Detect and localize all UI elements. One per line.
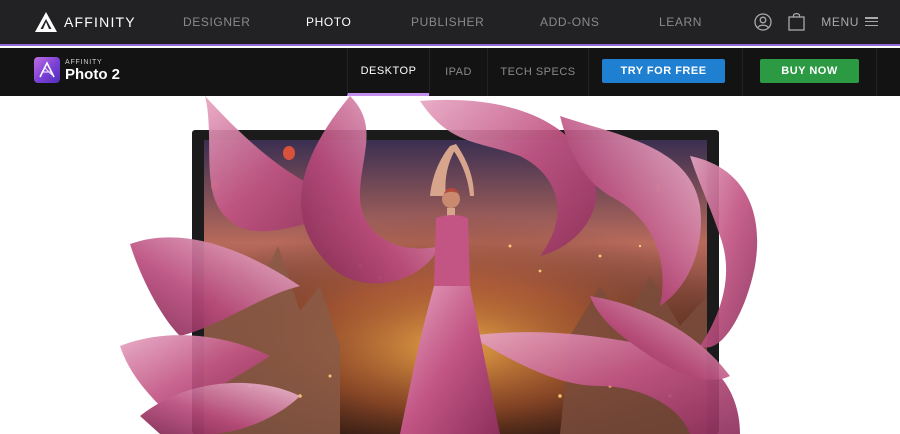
product-name: Photo 2: [65, 65, 120, 83]
affinity-photo-icon: [34, 57, 60, 83]
tab-ipad[interactable]: IPAD: [429, 48, 487, 96]
account-button[interactable]: [754, 12, 772, 31]
affinity-photo-logo-link[interactable]: AFFINITY Photo 2: [34, 57, 120, 83]
hero-image: [0, 96, 900, 434]
nav-item-learn[interactable]: LEARN: [659, 15, 702, 29]
cart-icon: [788, 12, 805, 31]
hero-illustration: [120, 96, 758, 434]
menu-button[interactable]: MENU: [821, 15, 878, 29]
buy-now-button[interactable]: BUY NOW: [760, 59, 859, 83]
divider: [876, 48, 877, 96]
nav-item-photo[interactable]: PHOTO: [306, 15, 351, 29]
hamburger-icon: [865, 17, 878, 26]
divider: [742, 48, 743, 96]
try-for-free-button[interactable]: TRY FOR FREE: [602, 59, 725, 83]
tab-desktop[interactable]: DESKTOP: [347, 48, 429, 96]
top-navigation: AFFINITY DESIGNER PHOTO PUBLISHER ADD-ON…: [0, 0, 900, 46]
nav-item-designer[interactable]: DESIGNER: [183, 15, 250, 29]
product-name-block: AFFINITY Photo 2: [65, 59, 120, 82]
product-bar: AFFINITY Photo 2 DESKTOP IPAD TECH SPECS…: [0, 48, 900, 96]
tab-tech-specs[interactable]: TECH SPECS: [487, 48, 588, 96]
nav-item-add-ons[interactable]: ADD-ONS: [540, 15, 600, 29]
cart-button[interactable]: [788, 12, 805, 31]
nav-item-publisher[interactable]: PUBLISHER: [411, 15, 484, 29]
menu-label: MENU: [821, 14, 859, 29]
nav-utilities: MENU: [754, 12, 878, 31]
divider: [588, 48, 589, 96]
product-brand-label: AFFINITY: [65, 58, 103, 66]
account-icon: [754, 12, 772, 31]
